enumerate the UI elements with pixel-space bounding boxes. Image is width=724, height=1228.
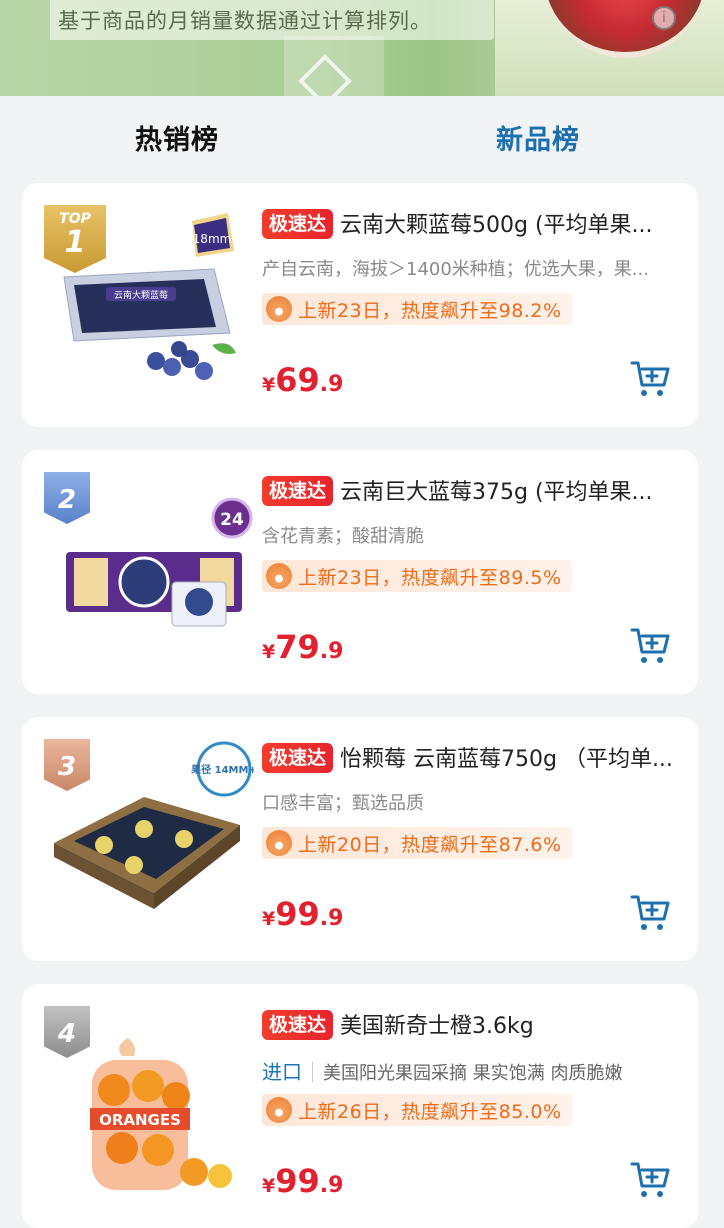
product-desc: 产自云南，海拔＞1400米种植；优选大果，果... [262, 259, 649, 280]
product-desc: 口感丰富；甄选品质 [262, 793, 424, 814]
price-integer: 69 [275, 361, 320, 399]
product-title[interactable]: 怡颗莓 云南蓝莓750g （平均单... [340, 741, 692, 773]
price: ¥69.9 [262, 361, 343, 399]
currency-symbol: ¥ [262, 641, 276, 663]
heat-text: 上新26日，热度飙升至85.0% [298, 1100, 562, 1123]
size-badge: 24 [220, 510, 244, 530]
product-desc: 含花青素；酸甜清脆 [262, 526, 424, 547]
info-icon[interactable]: i [652, 6, 676, 30]
price-integer: 99 [275, 1162, 320, 1200]
heat-text: 上新23日，热度飙升至98.2% [298, 299, 562, 322]
heat-text: 上新20日，热度飙升至87.6% [298, 833, 562, 856]
price: ¥79.9 [262, 628, 343, 666]
heat-badge: 上新20日，热度飙升至87.6% [262, 827, 572, 859]
price-decimal: .9 [319, 1173, 344, 1198]
price-integer: 99 [275, 895, 320, 933]
express-tag: 极速达 [262, 209, 334, 239]
ranking-tabs: 热销榜 新品榜 [0, 96, 724, 182]
currency-symbol: ¥ [262, 1175, 276, 1197]
product-card[interactable]: 云南大颗蓝莓 18mm TOP 1 极速达 云南大颗蓝莓500g (平均单果..… [22, 183, 698, 427]
currency-symbol: ¥ [262, 908, 276, 930]
add-to-cart-icon[interactable] [630, 1160, 672, 1200]
import-label: 进口 [262, 1060, 302, 1084]
flame-icon [266, 1097, 292, 1123]
price-decimal: .9 [319, 906, 344, 931]
product-title[interactable]: 美国新奇士橙3.6kg [340, 1008, 692, 1040]
flame-icon [266, 296, 292, 322]
product-title[interactable]: 云南巨大蓝莓375g (平均单果... [340, 474, 692, 506]
flame-icon [266, 830, 292, 856]
box-caption: 云南大颗蓝莓 [114, 289, 168, 301]
bag-label: ORANGES [99, 1111, 181, 1129]
tab-new-products[interactable]: 新品榜 [496, 118, 580, 157]
product-desc: 美国阳光果园采摘 果实饱满 肉质脆嫩 [323, 1063, 623, 1084]
product-desc-row: 进口 美国阳光果园采摘 果实饱满 肉质脆嫩 [262, 1056, 694, 1085]
heat-badge: 上新26日，热度飙升至85.0% [262, 1094, 572, 1126]
tab-hot-sales[interactable]: 热销榜 [135, 118, 219, 157]
product-card[interactable]: 24 2 极速达 云南巨大蓝莓375g (平均单果... 含花青素；酸甜清脆 上… [22, 450, 698, 694]
price-integer: 79 [275, 628, 320, 666]
top-banner: 基于商品的月销量数据通过计算排列。 i [0, 0, 724, 96]
product-card[interactable]: ORANGES 4 极速达 美国新奇士橙3.6kg 进口 美国阳光果园采摘 果实饱… [22, 984, 698, 1228]
heat-text: 上新23日，热度飙升至89.5% [298, 566, 562, 589]
add-to-cart-icon[interactable] [630, 359, 672, 399]
price: ¥99.9 [262, 895, 343, 933]
heat-badge: 上新23日，热度飙升至98.2% [262, 293, 572, 325]
size-badge: 18mm [193, 232, 232, 246]
banner-text: 基于商品的月销量数据通过计算排列。 [58, 9, 432, 33]
size-badge: 果径 14MM+ [190, 763, 254, 776]
product-card[interactable]: 果径 14MM+ 3 极速达 怡颗莓 云南蓝莓750g （平均单... 口感丰富… [22, 717, 698, 961]
price-decimal: .9 [319, 372, 344, 397]
price: ¥99.9 [262, 1162, 343, 1200]
flame-icon [266, 563, 292, 589]
express-tag: 极速达 [262, 1010, 334, 1040]
express-tag: 极速达 [262, 743, 334, 773]
heat-badge: 上新23日，热度飙升至89.5% [262, 560, 572, 592]
price-decimal: .9 [319, 639, 344, 664]
add-to-cart-icon[interactable] [630, 893, 672, 933]
express-tag: 极速达 [262, 476, 334, 506]
divider [312, 1062, 313, 1082]
add-to-cart-icon[interactable] [630, 626, 672, 666]
product-title[interactable]: 云南大颗蓝莓500g (平均单果... [340, 207, 692, 239]
currency-symbol: ¥ [262, 374, 276, 396]
